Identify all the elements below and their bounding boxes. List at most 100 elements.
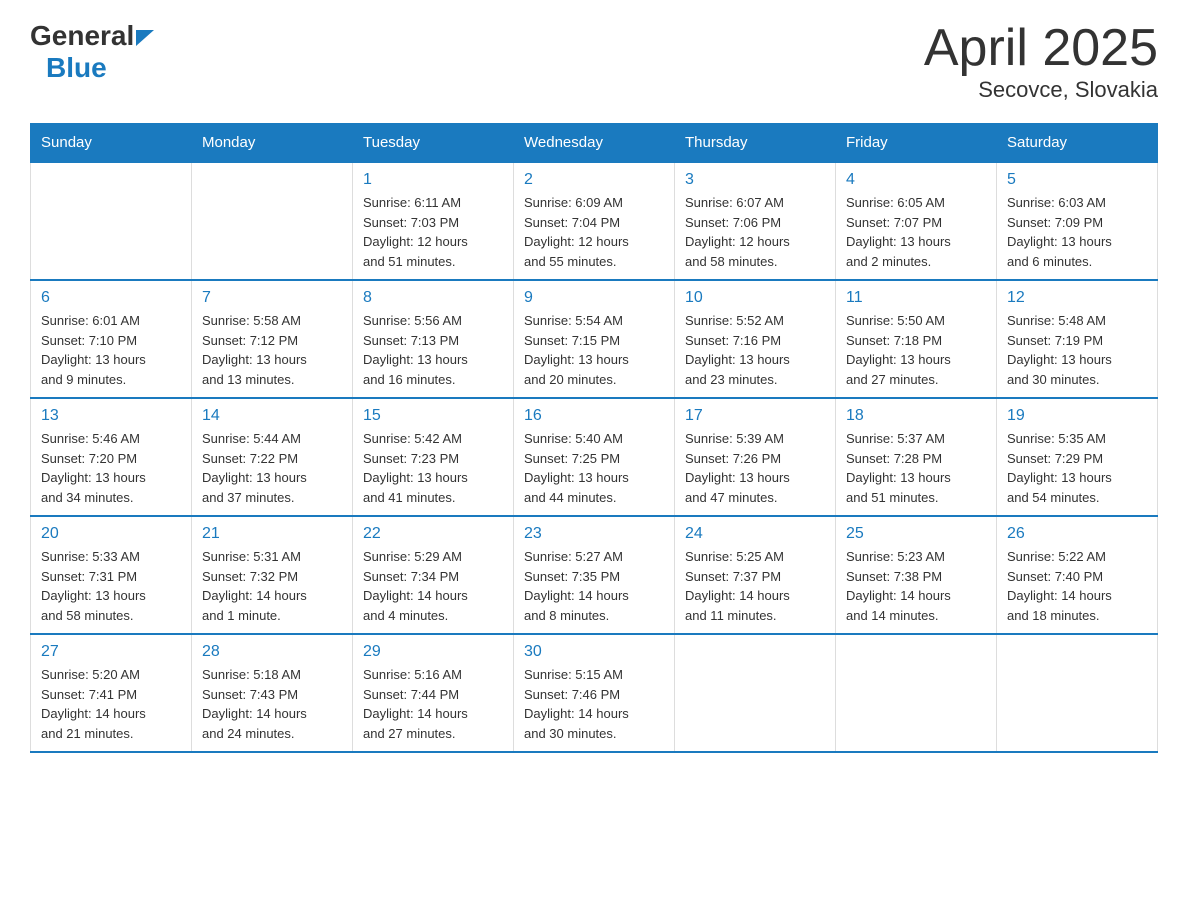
day-number: 24 <box>685 525 825 543</box>
day-number: 1 <box>363 171 503 189</box>
day-info: Sunrise: 5:18 AM Sunset: 7:43 PM Dayligh… <box>202 665 342 743</box>
day-info: Sunrise: 6:09 AM Sunset: 7:04 PM Dayligh… <box>524 193 664 271</box>
table-row: 25Sunrise: 5:23 AM Sunset: 7:38 PM Dayli… <box>836 516 997 634</box>
header-tuesday: Tuesday <box>353 124 514 163</box>
day-number: 8 <box>363 289 503 307</box>
header-saturday: Saturday <box>997 124 1158 163</box>
day-number: 9 <box>524 289 664 307</box>
table-row: 30 Sunrise: 5:15 AM Sunset: 7:46 PM Dayli… <box>514 634 675 752</box>
day-info: Sunrise: 6:11 AM Sunset: 7:03 PM Dayligh… <box>363 193 503 271</box>
day-info: Sunrise: 5:42 AM Sunset: 7:23 PM Dayligh… <box>363 429 503 507</box>
logo-arrow <box>136 30 154 46</box>
day-number: 18 <box>846 407 986 425</box>
day-info: Sunrise: 5:52 AM Sunset: 7:16 PM Dayligh… <box>685 311 825 389</box>
day-number: 5 <box>1007 171 1147 189</box>
logo: General Blue <box>30 20 154 84</box>
week-row-3: 13Sunrise: 5:46 AM Sunset: 7:20 PM Dayli… <box>31 398 1158 516</box>
day-number: 15 <box>363 407 503 425</box>
table-row: 11Sunrise: 5:50 AM Sunset: 7:18 PM Dayli… <box>836 280 997 398</box>
week-row-1: 1 Sunrise: 6:11 AM Sunset: 7:03 PM Daylig… <box>31 162 1158 280</box>
table-row <box>192 162 353 280</box>
day-number: 23 <box>524 525 664 543</box>
table-row: 15 Sunrise: 5:42 AM Sunset: 7:23 PM Dayli… <box>353 398 514 516</box>
day-number: 25 <box>846 525 986 543</box>
day-info: Sunrise: 5:20 AM Sunset: 7:41 PM Dayligh… <box>41 665 181 743</box>
day-number: 30 <box>524 643 664 661</box>
table-row: 5 Sunrise: 6:03 AM Sunset: 7:09 PM Daylig… <box>997 162 1158 280</box>
table-row: 4Sunrise: 6:05 AM Sunset: 7:07 PM Daylig… <box>836 162 997 280</box>
day-info: Sunrise: 5:33 AM Sunset: 7:31 PM Dayligh… <box>41 547 181 625</box>
day-number: 17 <box>685 407 825 425</box>
day-info: Sunrise: 5:46 AM Sunset: 7:20 PM Dayligh… <box>41 429 181 507</box>
page-subtitle: Secovce, Slovakia <box>924 77 1158 103</box>
table-row <box>675 634 836 752</box>
table-row: 2 Sunrise: 6:09 AM Sunset: 7:04 PM Daylig… <box>514 162 675 280</box>
table-row: 14Sunrise: 5:44 AM Sunset: 7:22 PM Dayli… <box>192 398 353 516</box>
day-info: Sunrise: 5:35 AM Sunset: 7:29 PM Dayligh… <box>1007 429 1147 507</box>
logo-blue-text: Blue <box>46 52 107 84</box>
table-row: 8 Sunrise: 5:56 AM Sunset: 7:13 PM Daylig… <box>353 280 514 398</box>
day-info: Sunrise: 6:05 AM Sunset: 7:07 PM Dayligh… <box>846 193 986 271</box>
table-row <box>997 634 1158 752</box>
table-row: 7Sunrise: 5:58 AM Sunset: 7:12 PM Daylig… <box>192 280 353 398</box>
day-number: 26 <box>1007 525 1147 543</box>
table-row: 20 Sunrise: 5:33 AM Sunset: 7:31 PM Dayli… <box>31 516 192 634</box>
header-thursday: Thursday <box>675 124 836 163</box>
day-number: 3 <box>685 171 825 189</box>
day-number: 28 <box>202 643 342 661</box>
day-info: Sunrise: 5:48 AM Sunset: 7:19 PM Dayligh… <box>1007 311 1147 389</box>
table-row: 22 Sunrise: 5:29 AM Sunset: 7:34 PM Dayli… <box>353 516 514 634</box>
day-number: 19 <box>1007 407 1147 425</box>
table-row: 3 Sunrise: 6:07 AM Sunset: 7:06 PM Daylig… <box>675 162 836 280</box>
table-row: 13Sunrise: 5:46 AM Sunset: 7:20 PM Dayli… <box>31 398 192 516</box>
header-sunday: Sunday <box>31 124 192 163</box>
day-info: Sunrise: 6:03 AM Sunset: 7:09 PM Dayligh… <box>1007 193 1147 271</box>
day-number: 20 <box>41 525 181 543</box>
day-info: Sunrise: 5:29 AM Sunset: 7:34 PM Dayligh… <box>363 547 503 625</box>
header-monday: Monday <box>192 124 353 163</box>
day-number: 21 <box>202 525 342 543</box>
table-row: 23 Sunrise: 5:27 AM Sunset: 7:35 PM Dayli… <box>514 516 675 634</box>
day-info: Sunrise: 5:39 AM Sunset: 7:26 PM Dayligh… <box>685 429 825 507</box>
day-info: Sunrise: 5:22 AM Sunset: 7:40 PM Dayligh… <box>1007 547 1147 625</box>
day-info: Sunrise: 5:56 AM Sunset: 7:13 PM Dayligh… <box>363 311 503 389</box>
page-header: General Blue April 2025 Secovce, Slovaki… <box>30 20 1158 103</box>
table-row <box>31 162 192 280</box>
header-friday: Friday <box>836 124 997 163</box>
calendar-table: Sunday Monday Tuesday Wednesday Thursday… <box>30 123 1158 753</box>
day-info: Sunrise: 5:16 AM Sunset: 7:44 PM Dayligh… <box>363 665 503 743</box>
day-info: Sunrise: 5:31 AM Sunset: 7:32 PM Dayligh… <box>202 547 342 625</box>
day-info: Sunrise: 5:15 AM Sunset: 7:46 PM Dayligh… <box>524 665 664 743</box>
day-info: Sunrise: 5:50 AM Sunset: 7:18 PM Dayligh… <box>846 311 986 389</box>
table-row: 26 Sunrise: 5:22 AM Sunset: 7:40 PM Dayli… <box>997 516 1158 634</box>
table-row: 21 Sunrise: 5:31 AM Sunset: 7:32 PM Dayli… <box>192 516 353 634</box>
table-row: 6 Sunrise: 6:01 AM Sunset: 7:10 PM Daylig… <box>31 280 192 398</box>
table-row: 12Sunrise: 5:48 AM Sunset: 7:19 PM Dayli… <box>997 280 1158 398</box>
day-info: Sunrise: 5:27 AM Sunset: 7:35 PM Dayligh… <box>524 547 664 625</box>
day-number: 16 <box>524 407 664 425</box>
logo-line2: Blue <box>38 52 107 84</box>
week-row-2: 6 Sunrise: 6:01 AM Sunset: 7:10 PM Daylig… <box>31 280 1158 398</box>
day-number: 2 <box>524 171 664 189</box>
table-row: 18 Sunrise: 5:37 AM Sunset: 7:28 PM Dayli… <box>836 398 997 516</box>
day-info: Sunrise: 6:07 AM Sunset: 7:06 PM Dayligh… <box>685 193 825 271</box>
table-row <box>836 634 997 752</box>
day-info: Sunrise: 5:40 AM Sunset: 7:25 PM Dayligh… <box>524 429 664 507</box>
table-row: 9 Sunrise: 5:54 AM Sunset: 7:15 PM Daylig… <box>514 280 675 398</box>
day-number: 22 <box>363 525 503 543</box>
table-row: 17 Sunrise: 5:39 AM Sunset: 7:26 PM Dayli… <box>675 398 836 516</box>
table-row: 27 Sunrise: 5:20 AM Sunset: 7:41 PM Dayli… <box>31 634 192 752</box>
table-row: 19 Sunrise: 5:35 AM Sunset: 7:29 PM Dayli… <box>997 398 1158 516</box>
table-row: 1 Sunrise: 6:11 AM Sunset: 7:03 PM Daylig… <box>353 162 514 280</box>
day-number: 27 <box>41 643 181 661</box>
table-row: 24Sunrise: 5:25 AM Sunset: 7:37 PM Dayli… <box>675 516 836 634</box>
header-wednesday: Wednesday <box>514 124 675 163</box>
day-info: Sunrise: 6:01 AM Sunset: 7:10 PM Dayligh… <box>41 311 181 389</box>
day-info: Sunrise: 5:37 AM Sunset: 7:28 PM Dayligh… <box>846 429 986 507</box>
day-number: 6 <box>41 289 181 307</box>
day-info: Sunrise: 5:54 AM Sunset: 7:15 PM Dayligh… <box>524 311 664 389</box>
page-title: April 2025 <box>924 20 1158 77</box>
week-row-5: 27 Sunrise: 5:20 AM Sunset: 7:41 PM Dayli… <box>31 634 1158 752</box>
logo-line1: General <box>30 20 154 52</box>
table-row: 29Sunrise: 5:16 AM Sunset: 7:44 PM Dayli… <box>353 634 514 752</box>
